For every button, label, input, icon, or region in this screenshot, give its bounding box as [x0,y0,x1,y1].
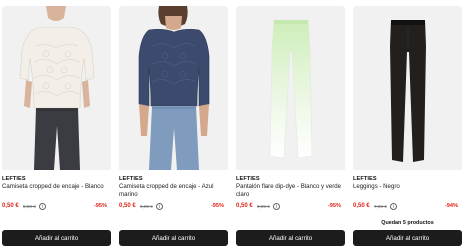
navy-lace-top-photo-icon [119,6,228,170]
price-line: 0,50 € 5,99 € i -95% [2,203,111,212]
add-to-cart-button[interactable]: Añadir al carrito [2,230,111,246]
sale-price: 0,50 € [119,203,136,209]
add-to-cart-button[interactable]: Añadir al carrito [236,230,345,246]
discount-badge: -95% [93,203,107,209]
lace-top-photo-icon [2,6,111,170]
product-card[interactable]: LEFTIES Pantalón flare dip-dye - Blanco … [236,6,345,246]
product-brand: LEFTIES [236,176,260,182]
info-icon[interactable]: i [273,203,280,210]
product-image[interactable] [236,6,345,170]
product-title[interactable]: Leggings - Negro [353,183,462,191]
product-card[interactable]: LEFTIES Camiseta cropped de encaje - Azu… [119,6,228,246]
product-title[interactable]: Camiseta cropped de encaje - Azul marino [119,183,228,199]
product-image[interactable] [353,6,462,170]
product-card[interactable]: LEFTIES Leggings - Negro 0,50 € 7,99 € i… [353,6,462,246]
image-carousel-dots[interactable] [2,162,111,166]
original-price: 9,99 € [257,204,270,209]
image-carousel-dots[interactable] [353,162,462,166]
sale-price: 0,50 € [353,203,370,209]
add-to-cart-button[interactable]: Añadir al carrito [119,230,228,246]
original-price: 9,99 € [140,204,153,209]
discount-badge: -94% [444,203,458,209]
product-image[interactable] [2,6,111,170]
info-icon[interactable]: i [156,203,163,210]
price-line: 0,50 € 9,99 € i -95% [119,203,228,212]
discount-badge: -95% [327,203,341,209]
price-line: 0,50 € 9,99 € i -95% [236,203,345,212]
add-to-cart-button[interactable]: Añadir al carrito [353,230,462,246]
product-title[interactable]: Camiseta cropped de encaje - Blanco [2,183,111,191]
price-line: 0,50 € 7,99 € i -94% [353,203,462,212]
info-icon[interactable]: i [39,203,46,210]
product-card[interactable]: LEFTIES Camiseta cropped de encaje - Bla… [2,6,111,246]
stock-notice: Quedan 5 productos [381,220,434,226]
flare-pants-photo-icon [236,6,345,170]
discount-badge: -95% [210,203,224,209]
original-price: 5,99 € [23,204,36,209]
product-brand: LEFTIES [119,176,143,182]
product-grid: LEFTIES Camiseta cropped de encaje - Bla… [0,0,465,252]
info-icon[interactable]: i [390,203,397,210]
sale-price: 0,50 € [2,203,19,209]
product-title[interactable]: Pantalón flare dip-dye - Blanco y verde … [236,183,345,199]
product-image[interactable] [119,6,228,170]
image-carousel-dots[interactable] [236,162,345,166]
product-brand: LEFTIES [353,176,377,182]
product-brand: LEFTIES [2,176,26,182]
original-price: 7,99 € [374,204,387,209]
sale-price: 0,50 € [236,203,253,209]
image-carousel-dots[interactable] [119,162,228,166]
black-leggings-photo-icon [353,6,462,170]
